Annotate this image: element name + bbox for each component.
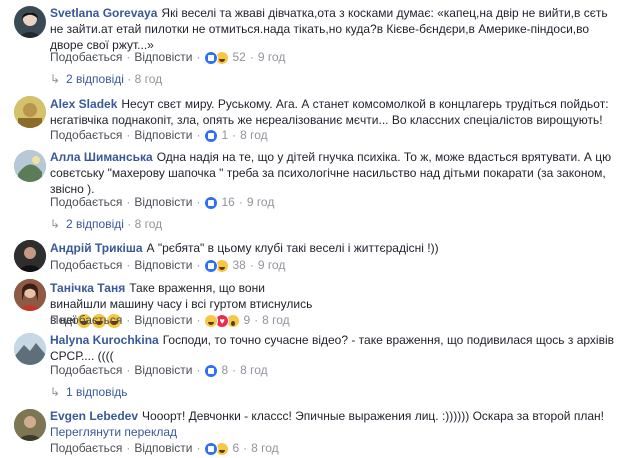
reactions-icons[interactable]: [204, 195, 219, 210]
avatar[interactable]: [14, 409, 46, 441]
comment-time[interactable]: 9 год: [258, 50, 286, 64]
reaction-count[interactable]: 1: [221, 128, 228, 142]
reply-arrow-icon: ↳: [50, 385, 61, 399]
reply-button[interactable]: Відповісти: [134, 128, 192, 142]
comment-time[interactable]: 8 год: [240, 128, 268, 142]
like-button[interactable]: Подобається: [50, 313, 122, 327]
reactions-icons[interactable]: [204, 128, 219, 143]
like-reaction-icon: [204, 128, 219, 143]
reactions-icons[interactable]: [204, 441, 230, 456]
like-button[interactable]: Подобається: [50, 441, 122, 455]
comment-author[interactable]: Halyna Kurochkina: [50, 333, 159, 347]
reaction-count[interactable]: 9: [243, 313, 250, 327]
comment-time[interactable]: 8 год: [262, 313, 290, 327]
comment-author[interactable]: Алла Шиманська: [50, 150, 153, 164]
like-button[interactable]: Подобається: [50, 258, 122, 272]
like-button[interactable]: Подобається: [50, 195, 122, 209]
reaction-count[interactable]: 52: [232, 50, 245, 64]
avatar[interactable]: [14, 333, 46, 365]
reactions-icons[interactable]: [204, 363, 219, 378]
avatar[interactable]: [14, 240, 46, 272]
reaction-count[interactable]: 38: [232, 258, 245, 272]
comment-actions: Подобається · Відповісти · 6 · 8 год: [50, 441, 279, 456]
reply-button[interactable]: Відповісти: [134, 258, 192, 272]
reply-button[interactable]: Відповісти: [134, 313, 192, 327]
see-translation-link[interactable]: Переглянути переклад: [50, 424, 177, 440]
comment-text: А "рєбята" в цьому клубі такі веселі і ж…: [146, 241, 439, 255]
view-replies-link[interactable]: ↳ 2 відповіді · 8 год: [50, 216, 162, 232]
reply-arrow-icon: ↳: [50, 217, 61, 231]
view-replies-link[interactable]: ↳ 2 відповіді · 8 год: [50, 71, 162, 87]
reply-button[interactable]: Відповісти: [134, 363, 192, 377]
comment-actions: Подобається · Відповісти · 8 · 8 год: [50, 363, 268, 378]
like-reaction-icon: [204, 195, 219, 210]
like-reaction-icon: [204, 363, 219, 378]
comment-author[interactable]: Танічка Таня: [50, 281, 125, 295]
reaction-count[interactable]: 6: [232, 441, 239, 455]
view-replies-link[interactable]: ↳ 1 відповідь: [50, 384, 128, 400]
comment-time[interactable]: 8 год: [251, 441, 279, 455]
like-button[interactable]: Подобається: [50, 363, 122, 377]
comment-text: Несут свєт миру. Руському. Ага. А станет…: [50, 97, 609, 127]
reply-button[interactable]: Відповісти: [134, 195, 192, 209]
reply-arrow-icon: ↳: [50, 72, 61, 86]
comment-author[interactable]: Svetlana Gorevaya: [50, 6, 157, 20]
comment-actions: Подобається · Відповісти · 52 · 9 год: [50, 50, 286, 65]
avatar[interactable]: [14, 96, 46, 128]
comment-time[interactable]: 9 год: [247, 195, 275, 209]
comment-time[interactable]: 8 год: [240, 363, 268, 377]
reactions-icons[interactable]: ♥: [204, 313, 241, 328]
comment-author[interactable]: Андрій Трикіша: [50, 241, 143, 255]
avatar[interactable]: [14, 6, 46, 38]
reactions-icons[interactable]: [204, 50, 230, 65]
comment-text: Чооорт! Девчонки - классс! Эпичные выраж…: [142, 409, 604, 423]
reaction-count[interactable]: 8: [221, 363, 228, 377]
like-button[interactable]: Подобається: [50, 128, 122, 142]
avatar[interactable]: [14, 279, 46, 311]
comment-actions: Подобається · Відповісти · ♥ 9 · 8 год: [50, 313, 290, 328]
reaction-count[interactable]: 16: [221, 195, 234, 209]
comment-time[interactable]: 9 год: [258, 258, 286, 272]
reply-button[interactable]: Відповісти: [134, 50, 192, 64]
comment-actions: Подобається · Відповісти · 1 · 8 год: [50, 128, 268, 143]
comment-author[interactable]: Evgen Lebedev: [50, 409, 138, 423]
like-button[interactable]: Подобається: [50, 50, 122, 64]
reactions-icons[interactable]: [204, 258, 230, 273]
comment-actions: Подобається · Відповісти · 16 · 9 год: [50, 195, 275, 210]
comment-author[interactable]: Alex Sladek: [50, 97, 117, 111]
comment-actions: Подобається · Відповісти · 38 · 9 год: [50, 258, 286, 273]
reply-button[interactable]: Відповісти: [134, 441, 192, 455]
avatar[interactable]: [14, 150, 46, 182]
